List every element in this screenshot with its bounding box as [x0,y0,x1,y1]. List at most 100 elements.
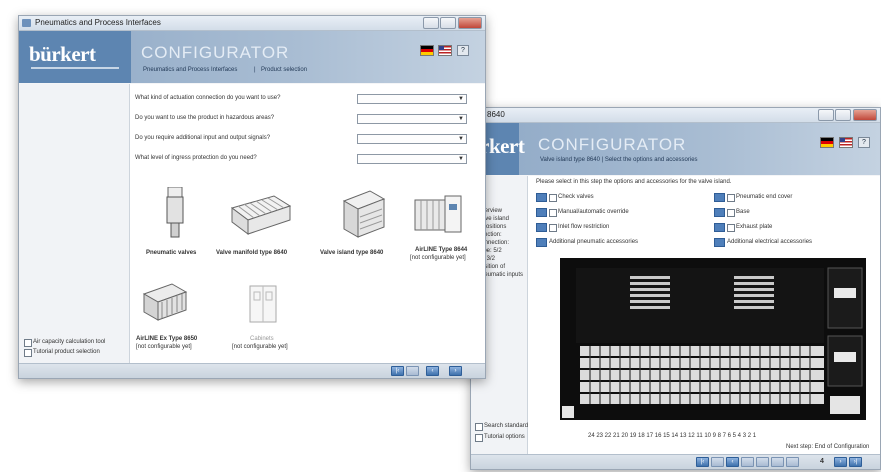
option-label: Inlet flow restriction [558,224,610,230]
cabinets-image[interactable] [248,282,278,324]
air-capacity-label: Air capacity calculation tool [33,339,106,345]
title-bar: Pneumatics and Process Interfaces [19,16,485,31]
next-button[interactable]: › [834,457,847,467]
close-button[interactable] [853,109,877,121]
valve-island-image[interactable] [340,187,386,239]
option-checkbox-base[interactable] [727,209,735,217]
airline-8644-image[interactable] [413,192,465,236]
page-button[interactable] [741,457,754,467]
product-label[interactable]: AirLINE Ex Type 8650 [136,336,197,342]
page-button[interactable] [711,457,724,467]
help-icon[interactable]: ? [457,45,469,56]
minimize-button[interactable] [423,17,439,29]
english-flag-icon[interactable] [438,45,452,56]
back-button[interactable]: ‹ [726,457,739,467]
option-label[interactable]: Additional pneumatic accessories [549,239,638,245]
option-checkbox-end-cover[interactable] [727,194,735,202]
override-icon [536,208,547,217]
chevron-down-icon: ▼ [458,96,464,102]
app-header: ürkert CONFIGURATOR Valve island type 86… [471,123,880,175]
nav-footer: |‹ ‹ 4 › ›| [471,454,880,469]
breadcrumb-step2: Product selection [261,67,308,73]
option-label: Manual/automatic override [558,209,629,215]
end-cover-icon [714,193,725,202]
next-button[interactable]: › [449,366,462,376]
actuation-select[interactable]: ▼ [357,94,467,104]
tutorial-label: Tutorial product selection [33,349,100,355]
option-label[interactable]: Additional electrical accessories [727,239,812,245]
product-note: [not configurable yet] [232,344,288,350]
option-label: Exhaust plate [736,224,773,230]
airline-ex-8650-image[interactable] [142,280,188,324]
header-title: CONFIGURATOR [538,135,687,154]
question-text: What level of ingress protection do you … [135,155,257,161]
first-page-button[interactable]: |‹ [696,457,709,467]
help-icon[interactable]: ? [858,137,870,148]
tutorial-checkbox[interactable] [24,349,32,357]
next-step-text: Next step: End of Configuration [786,444,870,450]
pneumatic-accessories-icon[interactable] [536,238,547,247]
air-capacity-checkbox[interactable] [24,339,32,347]
io-signals-select[interactable]: ▼ [357,134,467,144]
breadcrumb-separator: | [254,67,256,73]
product-selection-panel: What kind of actuation connection do you… [130,84,485,363]
product-label[interactable]: Cabinets [250,336,274,342]
product-label[interactable]: Pneumatic valves [146,250,196,256]
option-checkbox-check-valves[interactable] [549,194,557,202]
ingress-select[interactable]: ▼ [357,154,467,164]
search-config-checkbox[interactable] [475,423,483,431]
option-checkbox-flow-restriction[interactable] [549,224,557,232]
option-checkbox-override[interactable] [549,209,557,217]
product-label[interactable]: AirLINE Type 8644 [415,247,467,253]
question-text: Do you want to use the product in hazard… [135,115,275,121]
breadcrumb: Valve island type 8640 | Select the opti… [540,157,698,163]
german-flag-icon[interactable] [420,45,434,56]
option-label: Pneumatic end cover [736,194,793,200]
minimize-button[interactable] [818,109,834,121]
chevron-down-icon: ▼ [458,156,464,162]
maximize-button[interactable] [440,17,456,29]
title-bar: 8640 [471,108,880,123]
window-title: Pneumatics and Process Interfaces [35,18,161,27]
instruction-text: Please select in this step the options a… [536,179,732,185]
product-label[interactable]: Valve manifold type 8640 [216,250,287,256]
tutorial-options-checkbox[interactable] [475,434,483,442]
flow-restriction-icon [536,223,547,232]
valve-manifold-image[interactable] [230,192,292,236]
page-number: 4 [820,458,824,465]
product-note: [not configurable yet] [136,344,192,350]
option-label: Check valves [558,194,594,200]
chevron-down-icon: ▼ [458,116,464,122]
page-button[interactable] [771,457,784,467]
page-button[interactable] [406,366,419,376]
app-header: bürkert CONFIGURATOR Pneumatics and Proc… [19,31,485,83]
pneumatic-valves-image[interactable] [164,187,186,239]
slot-numbers: 24 23 22 21 20 19 18 17 16 15 14 13 12 1… [588,433,757,439]
check-valves-icon [536,193,547,202]
app-icon [22,19,31,27]
valve-island-image [560,258,866,420]
exhaust-plate-icon [714,223,725,232]
page-button[interactable] [786,457,799,467]
hazardous-select[interactable]: ▼ [357,114,467,124]
nav-footer: |‹ ‹ › [19,363,485,378]
chevron-down-icon: ▼ [458,136,464,142]
product-label[interactable]: Valve island type 8640 [320,250,383,256]
german-flag-icon[interactable] [820,137,834,148]
close-button[interactable] [458,17,482,29]
electrical-accessories-icon[interactable] [714,238,725,247]
maximize-button[interactable] [835,109,851,121]
left-sidebar: Air capacity calculation tool Tutorial p… [19,84,130,363]
last-page-button[interactable]: ›| [849,457,862,467]
page-button[interactable] [756,457,769,467]
back-button[interactable]: ‹ [426,366,439,376]
question-text: What kind of actuation connection do you… [135,95,281,101]
option-checkbox-exhaust-plate[interactable] [727,224,735,232]
configurator-window-back: 8640 ürkert CONFIGURATOR Valve island ty… [470,107,881,470]
header-title: CONFIGURATOR [141,43,290,62]
first-page-button[interactable]: |‹ [391,366,404,376]
english-flag-icon[interactable] [839,137,853,148]
logo-underline [31,67,119,69]
option-label: Base [736,209,750,215]
breadcrumb-step1: Pneumatics and Process Interfaces [143,67,238,73]
